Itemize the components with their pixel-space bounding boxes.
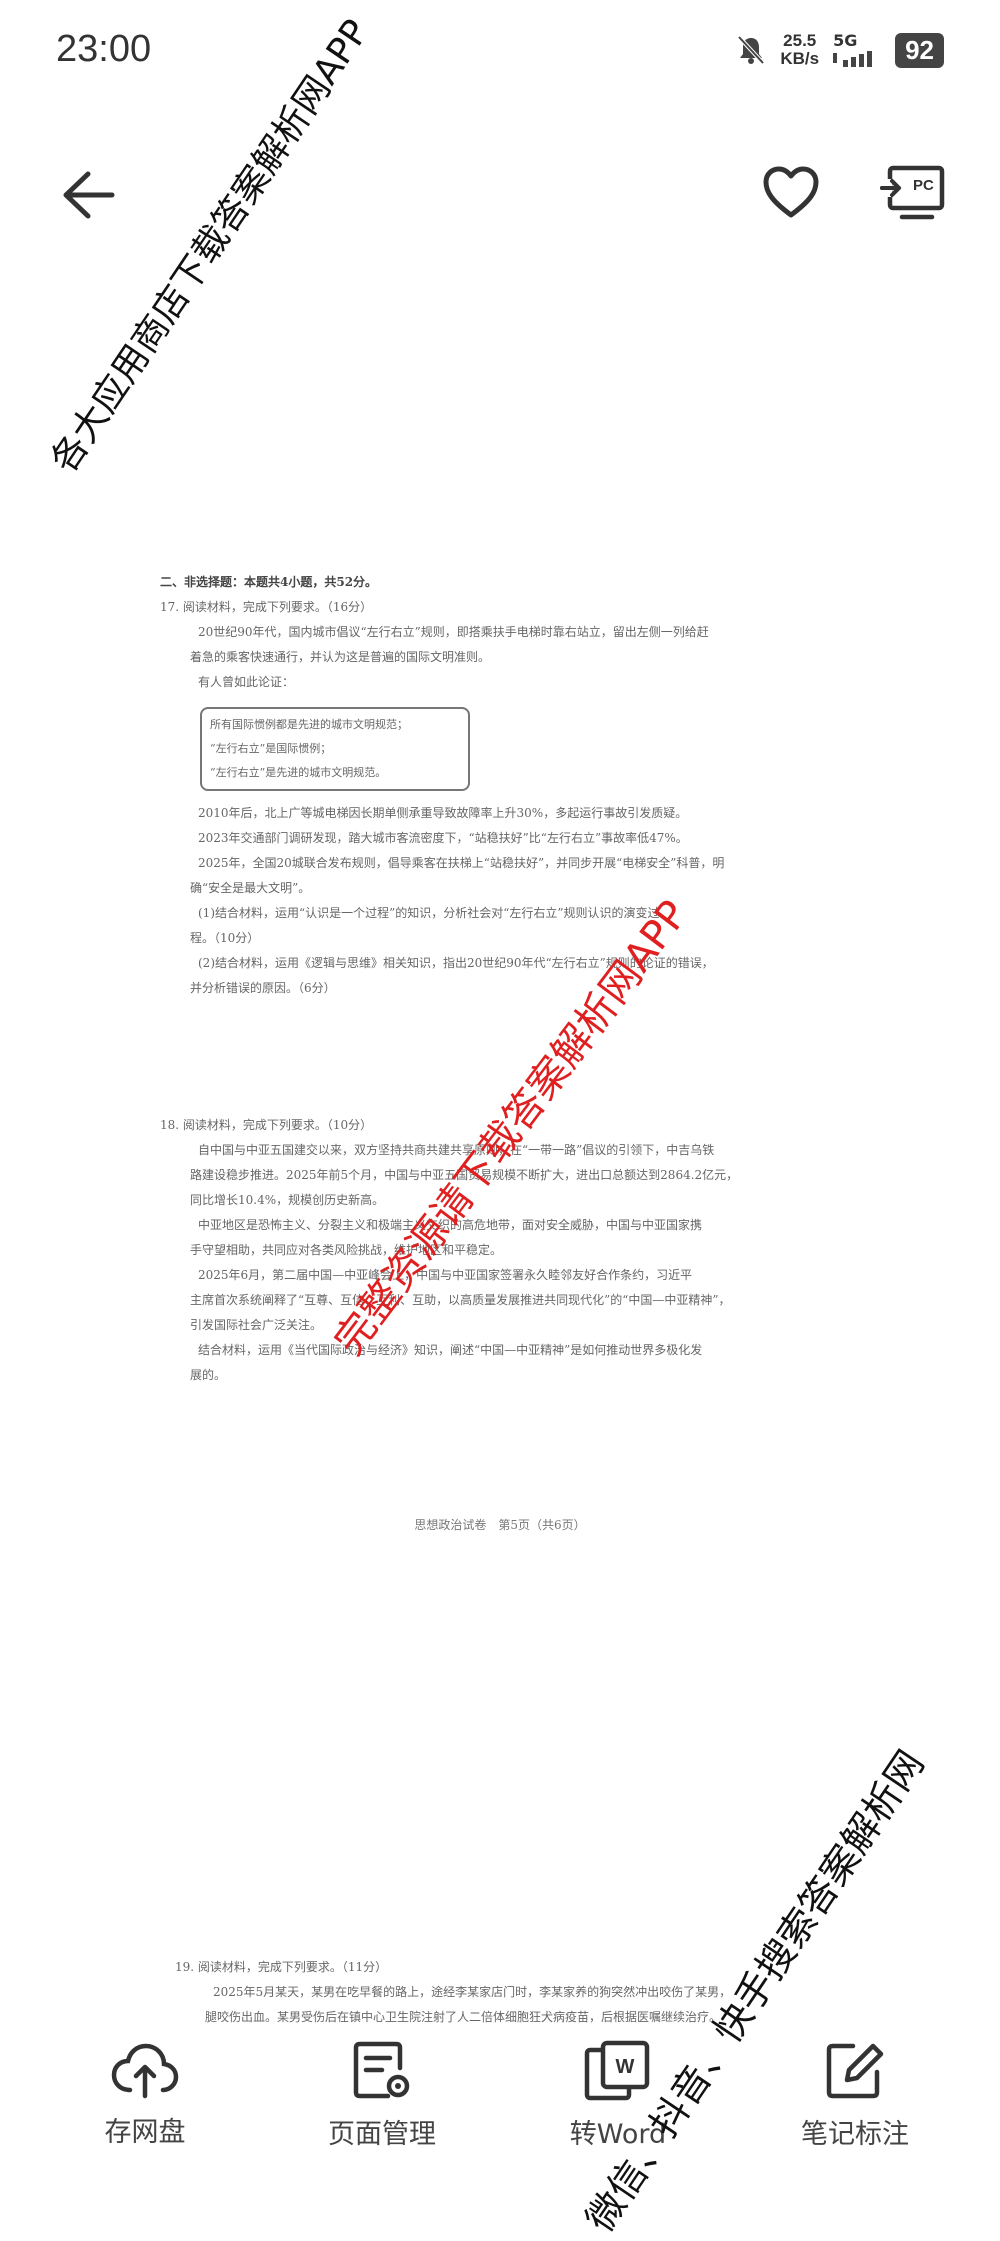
heart-icon[interactable] (762, 165, 820, 219)
q17-sub1: (1)结合材料，运用“认识是一个过程”的知识，分析社会对“左行右立”规则认识的演… (198, 906, 660, 920)
q17-sub1b: 程。（10分） (190, 931, 260, 945)
svg-text:W: W (616, 2056, 635, 2078)
cast-to-pc-button[interactable]: PC (880, 165, 946, 225)
q17-sub2b: 并分析错误的原因。（6分） (190, 981, 336, 995)
bell-muted-icon (737, 35, 765, 65)
back-arrow-icon[interactable] (60, 170, 116, 220)
q19-title: 19. 阅读材料，完成下列要求。（11分） (175, 1960, 388, 1974)
section-title: 二、非选择题：本题共4小题，共52分。 (160, 575, 378, 589)
q18-p6: 2025年6月，第二届中国—中亚峰会上，中国与中亚国家签署永久睦邻友好合作条约，… (198, 1268, 693, 1282)
q18-p4: 中亚地区是恐怖主义、分裂主义和极端主义交织的高危地带，面对安全威胁，中国与中亚国… (198, 1218, 703, 1232)
q17-p3: 2010年后，北上广等城电梯因长期单侧承重导致故障率上升30%，多起运行事故引发… (198, 806, 688, 820)
status-bar: 23:00 25.5 KB/s 5G 92 (0, 0, 1000, 110)
net-speed: 25.5 KB/s (780, 32, 819, 68)
q18-p7: 主席首次系统阐释了“互尊、互信、互利、互助，以高质量发展推进共同现代化”的“中国… (190, 1293, 731, 1307)
q17-p5b: 确“安全是最大文明”。 (190, 881, 311, 895)
notes-button[interactable]: 笔记标注 (755, 2040, 955, 2151)
q17-title: 17. 阅读材料，完成下列要求。（16分） (160, 600, 373, 614)
document-page: 二、非选择题：本题共4小题，共52分。 17. 阅读材料，完成下列要求。（16分… (160, 570, 800, 1388)
cast-to-pc-icon (880, 165, 945, 220)
edit-note-icon (826, 2043, 884, 2099)
page-manage-icon (353, 2041, 410, 2099)
q17-p1b: 着急的乘客快速通行，并认为这是普遍的国际文明准则。 (190, 650, 491, 664)
signal-icon: 5G (833, 33, 881, 67)
cast-label: PC (913, 177, 934, 194)
notes-label: 笔记标注 (801, 2119, 909, 2150)
q17-p4: 2023年交通部门调研发现，踏大城市客流密度下，“站稳扶好”比“左行右立”事故率… (198, 831, 688, 845)
page-footer: 思想政治试卷 第5页（共6页） (414, 1518, 586, 1532)
status-time: 23:00 (56, 28, 152, 70)
save-cloud-button[interactable]: 存网盘 (45, 2040, 245, 2149)
q18-p9b: 展的。 (190, 1368, 227, 1382)
convert-word-icon: W (584, 2040, 650, 2101)
net-speed-unit: KB/s (780, 49, 820, 68)
argument-box: 所有国际惯例都是先进的城市文明规范； “左行右立”是国际惯例； “左行右立”是先… (200, 707, 470, 791)
page-manage-button[interactable]: 页面管理 (282, 2040, 482, 2151)
q18-p9: 结合材料，运用《当代国际政治与经济》知识，阐述“中国—中亚精神”是如何推动世界多… (198, 1343, 703, 1357)
q18-p8: 引发国际社会广泛关注。 (190, 1318, 323, 1332)
battery-icon: 92 (895, 32, 944, 68)
network-type: 5G (833, 31, 858, 50)
net-speed-value: 25.5 (783, 31, 817, 50)
page-manage-label: 页面管理 (328, 2119, 436, 2150)
q17-p1: 20世纪90年代，国内城市倡议“左行右立”规则，即搭乘扶手电梯时靠右站立，留出左… (198, 625, 709, 639)
q18-p5: 手守望相助，共同应对各类风险挑战，维护地区和平稳定。 (190, 1243, 503, 1257)
bottom-toolbar: 存网盘 页面管理 W 转Word 笔记标注 (0, 2040, 1000, 2222)
argument-line-3: “左行右立”是先进的城市文明规范。 (210, 766, 387, 779)
argument-line-2: “左行右立”是国际惯例； (210, 742, 332, 755)
argument-line-1: 所有国际惯例都是先进的城市文明规范； (210, 718, 408, 731)
save-cloud-label: 存网盘 (104, 2117, 186, 2148)
status-indicators: 25.5 KB/s 5G 92 (736, 32, 944, 68)
cloud-upload-icon (111, 2043, 179, 2099)
q17-p2: 有人曾如此论证： (198, 675, 295, 689)
q17-sub2: (2)结合材料，运用《逻辑与思维》相关知识，指出20世纪90年代“左行右立”规则… (198, 956, 714, 970)
q17-p5: 2025年，全国20城联合发布规则，倡导乘客在扶梯上“站稳扶好”，并同步开展“电… (198, 856, 725, 870)
